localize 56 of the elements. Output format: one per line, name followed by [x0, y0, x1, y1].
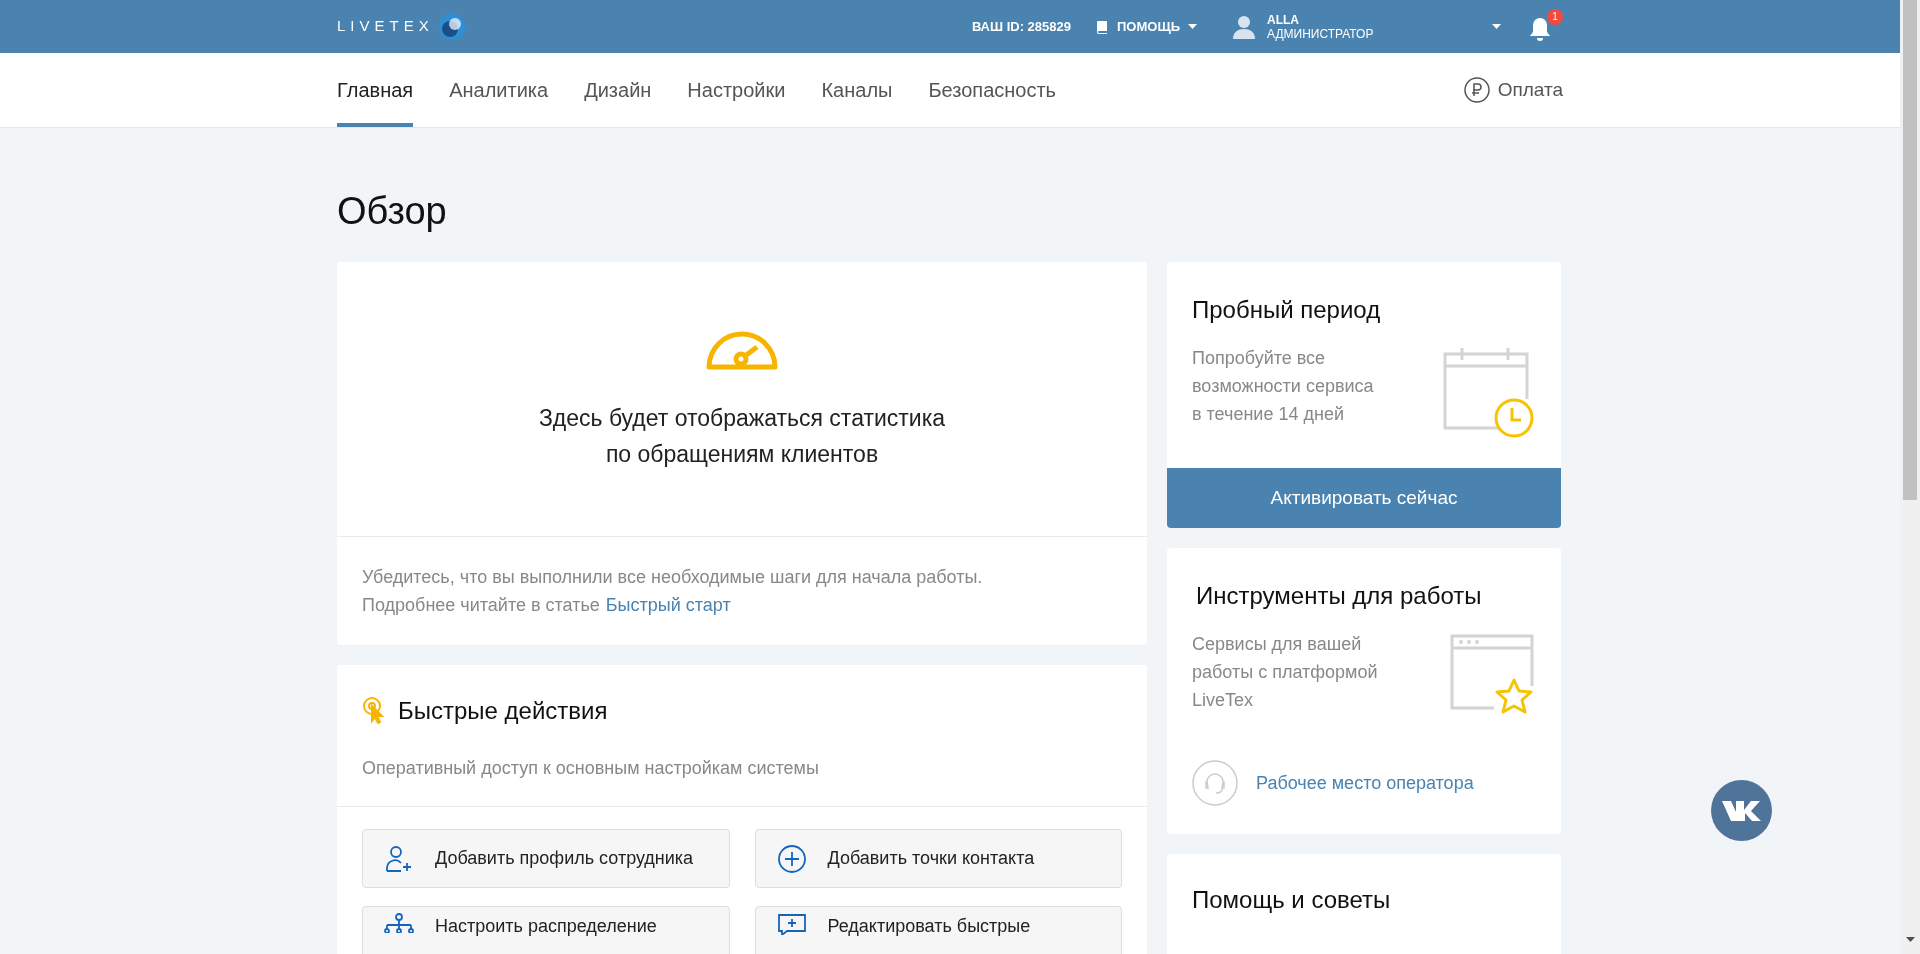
help-menu[interactable]: ПОМОЩЬ: [1095, 16, 1197, 37]
caret-icon: [1492, 24, 1501, 29]
payment-link[interactable]: Оплата: [1463, 53, 1563, 127]
nav-tab[interactable]: Каналы: [821, 53, 893, 127]
help-title: Помощь и советы: [1192, 885, 1392, 915]
nav-tab[interactable]: Дизайн: [584, 53, 652, 127]
quick-action-button[interactable]: Настроить распределение: [362, 906, 730, 954]
stats-message: Здесь будет отображаться статистика: [538, 404, 946, 433]
user-role: АДМИНИСТРАТОР: [1267, 26, 1375, 41]
headset-icon: [1192, 760, 1238, 806]
hint-text: Подробнее читайте в статье: [362, 594, 600, 617]
caret-icon: [1188, 24, 1197, 29]
tools-title: Инструменты для работы: [1195, 581, 1483, 611]
quick-actions-subtitle: Оперативный доступ к основным настройкам системы: [362, 757, 820, 780]
user-menu[interactable]: ALLA АДМИНИСТРАТОР: [1233, 12, 1501, 41]
vk-logo-icon: [1721, 799, 1762, 822]
notifications-button[interactable]: 1: [1525, 8, 1563, 45]
message-plus-icon: [776, 913, 807, 935]
plus-circle-icon: [776, 843, 807, 874]
hint-text: Убедитесь, что вы выполнили все необходимые шаги для начала работы.: [362, 566, 984, 589]
quick-action-button[interactable]: Добавить точки контакта: [754, 829, 1122, 888]
operator-workplace-link[interactable]: Рабочее место оператора: [1256, 769, 1474, 797]
page-title: Обзор: [337, 189, 448, 234]
trial-description: в течение 14 дней: [1192, 403, 1345, 426]
user-id-label: ВАШ ID: 285829: [971, 17, 1071, 36]
nav-tab[interactable]: Главная: [337, 53, 414, 127]
tap-icon: [362, 696, 386, 726]
logo-icon: [437, 12, 466, 41]
stats-message: по обращениям клиентов: [605, 440, 879, 469]
speedometer-icon: [705, 329, 779, 373]
quick-action-button[interactable]: Редактировать быстрые: [754, 906, 1122, 954]
scroll-down-icon: [1905, 937, 1915, 942]
trial-description: возможности сервиса: [1192, 375, 1374, 398]
logo-text: LIVETEX: [337, 16, 434, 37]
trial-description: Попробуйте все: [1192, 347, 1327, 370]
notification-count: 1: [1547, 8, 1563, 25]
user-avatar-icon: [1233, 14, 1255, 39]
ruble-icon: [1463, 77, 1490, 103]
tools-description: Сервисы для вашей: [1192, 633, 1363, 656]
nav-tab[interactable]: Аналитика: [449, 53, 549, 127]
nav-tab[interactable]: Безопасность: [928, 53, 1056, 127]
bell-icon: [1529, 16, 1551, 41]
nav-tab[interactable]: Настройки: [687, 53, 786, 127]
quick-action-button[interactable]: Добавить профиль сотрудника: [362, 829, 730, 888]
trial-title: Пробный период: [1192, 295, 1382, 325]
tools-description: LiveTex: [1192, 689, 1255, 712]
book-icon: [1095, 19, 1109, 34]
user-name: ALLA: [1267, 12, 1300, 27]
scrollbar-thumb[interactable]: [1903, 0, 1917, 500]
quick-start-link[interactable]: Быстрый старт: [605, 591, 731, 619]
tools-description: работы с платформой: [1192, 661, 1378, 684]
quick-actions-title: Быстрые действия: [398, 696, 608, 726]
hierarchy-icon: [383, 913, 415, 933]
user-add-icon: [384, 843, 414, 874]
activate-button[interactable]: Активировать сейчас: [1167, 468, 1561, 528]
vk-button[interactable]: [1711, 780, 1772, 841]
